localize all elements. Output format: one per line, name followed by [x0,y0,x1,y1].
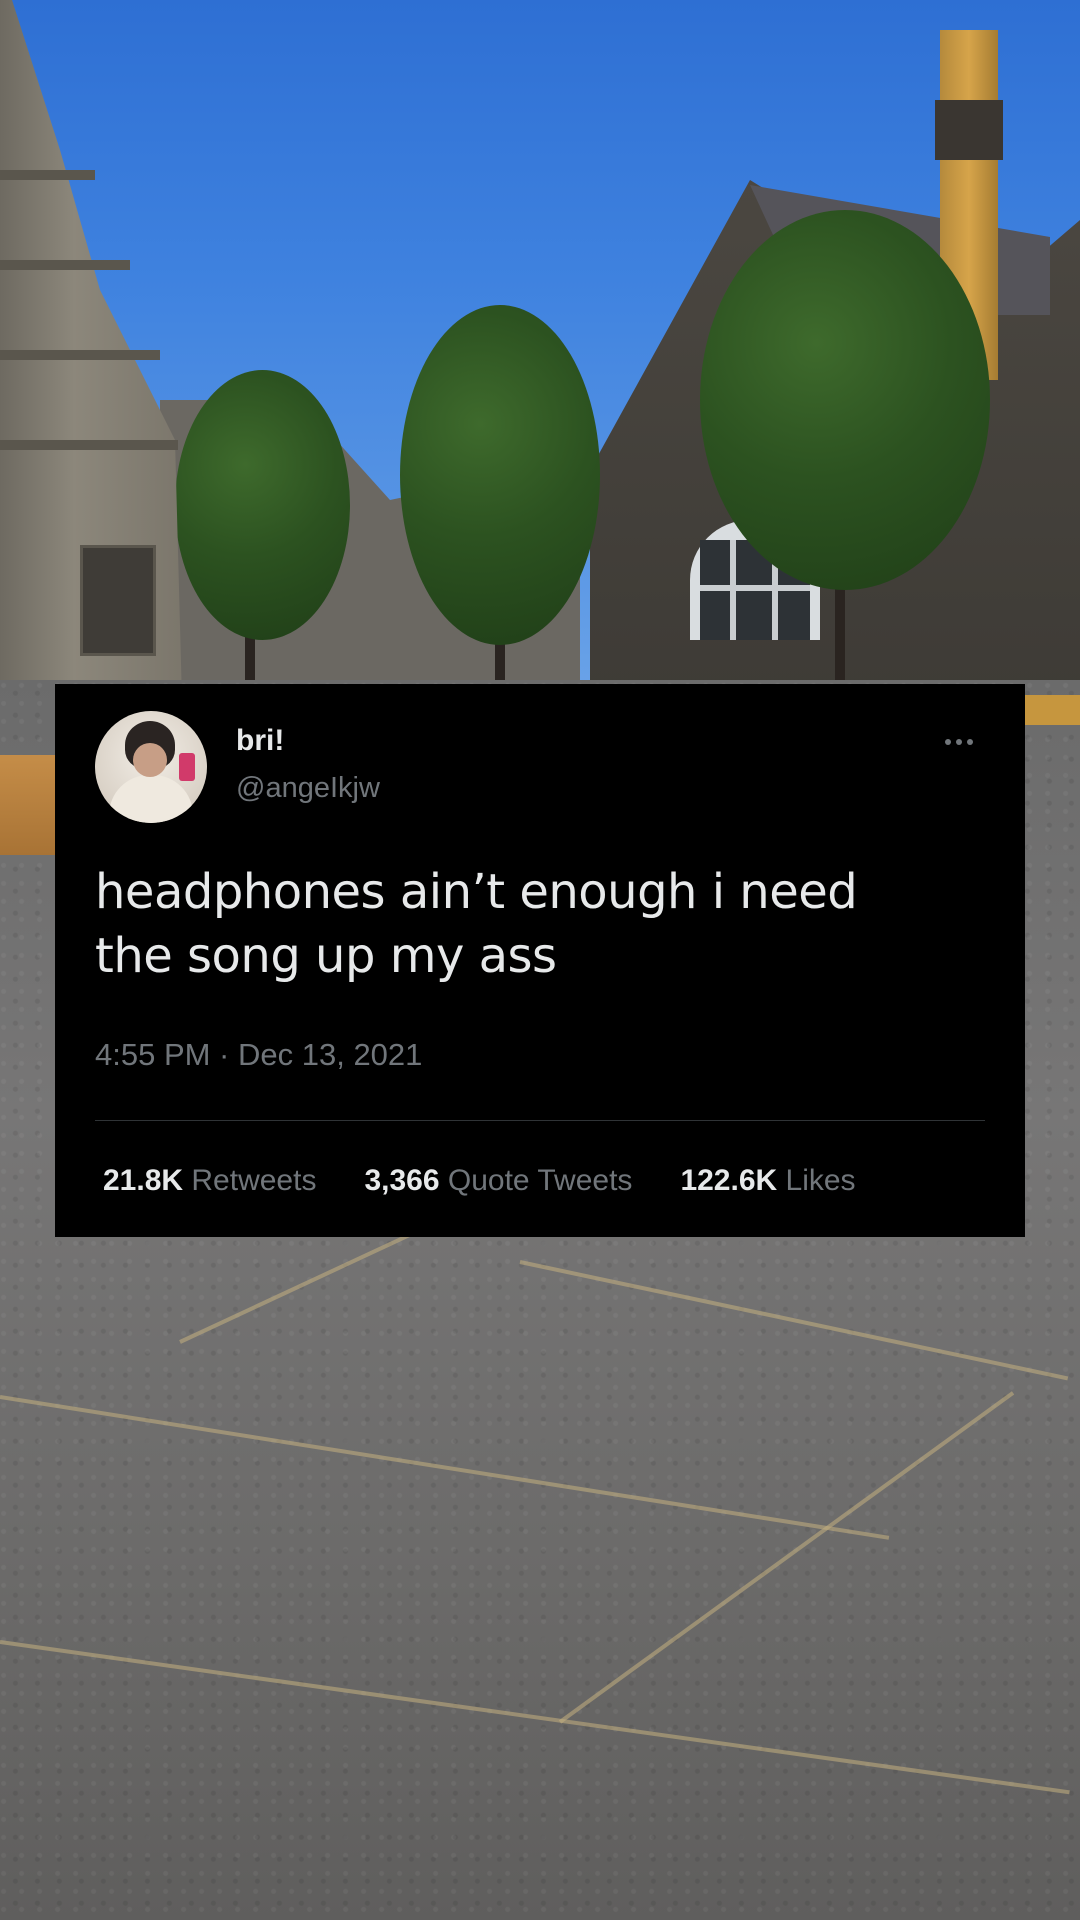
retweets-stat[interactable]: 21.8K Retweets [103,1164,316,1198]
tweet-timestamp[interactable]: 4:55 PM · Dec 13, 2021 [95,1037,422,1073]
tree [700,210,990,590]
likes-stat[interactable]: 122.6K Likes [680,1164,855,1198]
curb [1020,695,1080,725]
spire-ledge [0,350,160,360]
likes-count: 122.6K [680,1164,786,1197]
likes-label: Likes [785,1164,856,1197]
spire-ledge [0,170,95,180]
tree [400,305,600,645]
video-frame: bri! @angeIkjw headphones ain’t enough i… [0,0,1080,1920]
brick-wall [0,755,60,855]
tweet-text: headphones ain’t enough i need the song … [95,860,975,988]
tweet-card: bri! @angeIkjw headphones ain’t enough i… [55,684,1025,1237]
retweets-count: 21.8K [103,1164,192,1197]
retweets-label: Retweets [191,1164,317,1197]
spire-ledge [0,260,130,270]
stone-plaque [80,545,156,656]
user-handle[interactable]: @angeIkjw [236,772,380,805]
avatar-face [133,743,167,777]
more-horizontal-icon[interactable] [945,736,985,748]
display-name[interactable]: bri! [236,724,284,758]
tweet-text-line: the song up my ass [95,928,557,984]
spire-ledge [0,440,178,450]
avatar-figure [109,775,193,823]
quote-tweets-count: 3,366 [364,1164,448,1197]
chimney-cap [935,100,1003,160]
profile-avatar[interactable] [95,711,207,823]
avatar-phone [179,753,195,781]
quote-tweets-stat[interactable]: 3,366 Quote Tweets [364,1164,632,1198]
tree [175,370,350,640]
quote-tweets-label: Quote Tweets [447,1164,633,1197]
divider [95,1120,985,1121]
tweet-text-line: headphones ain’t enough i need [95,864,858,920]
tweet-stats: 21.8K Retweets 3,366 Quote Tweets 122.6K… [103,1164,904,1198]
